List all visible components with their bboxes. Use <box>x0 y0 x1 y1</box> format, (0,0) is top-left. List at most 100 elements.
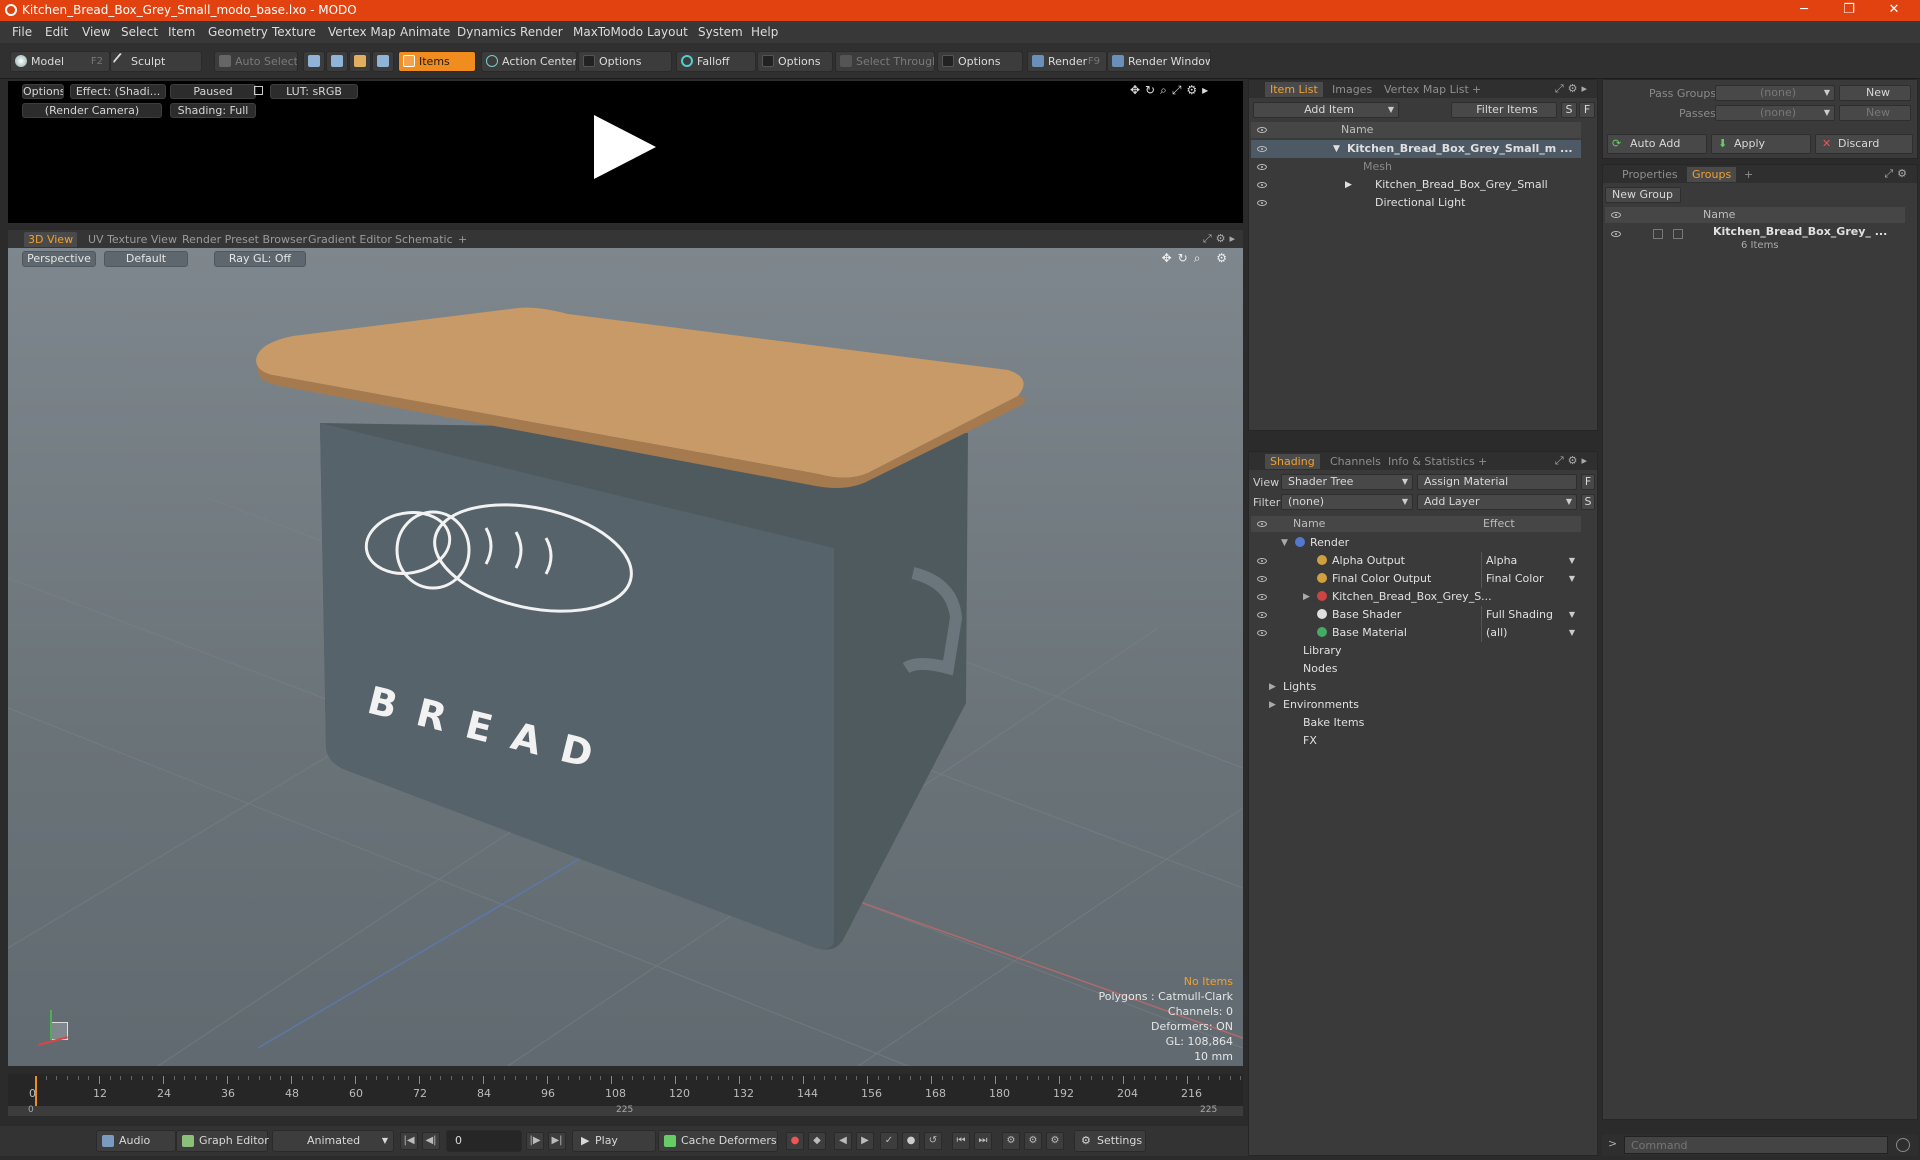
tab-uv-texture-view[interactable]: UV Texture View <box>84 232 181 247</box>
select-vertices-button[interactable] <box>303 51 325 72</box>
panel-icons[interactable]: ⤢⚙▸ <box>1555 454 1591 468</box>
preview-effect-dropdown[interactable]: Effect: (Shadi... <box>70 84 166 99</box>
lock-checkbox[interactable] <box>1653 229 1663 239</box>
eye-icon[interactable] <box>1257 558 1267 564</box>
shader-row[interactable]: FX <box>1251 732 1581 750</box>
expand-arrow-icon[interactable]: ▶ <box>1269 696 1276 714</box>
record-icon[interactable]: ● <box>902 1132 920 1150</box>
viewport-tab-icons[interactable]: ⤢⚙▸ <box>1203 232 1239 246</box>
close-button[interactable]: ✕ <box>1874 0 1914 21</box>
s-button[interactable]: S <box>1581 494 1595 510</box>
graph-editor-button[interactable]: Graph Editor <box>176 1130 269 1152</box>
add-layer-dropdown[interactable]: Add Layer ▼ <box>1417 494 1577 510</box>
group-row-bread-box[interactable]: Kitchen_Bread_Box_Grey_ ... 6 Items <box>1605 225 1905 255</box>
tab-3d-view[interactable]: 3D View <box>24 232 78 247</box>
viewport-nav-icons[interactable]: ✥↻⌕ ⚙ <box>1162 251 1233 266</box>
new-pass-button[interactable]: New <box>1839 105 1911 121</box>
menu-geometry[interactable]: Geometry <box>208 25 268 39</box>
raygl-toggle[interactable]: Ray GL: Off <box>214 251 306 267</box>
shader-row[interactable]: Base Material (all) ▼ <box>1251 624 1581 642</box>
apply-button[interactable]: ⬇ Apply <box>1711 134 1811 154</box>
cache-deformers-button[interactable]: Cache Deformers <box>658 1130 778 1152</box>
maximize-button[interactable]: ❐ <box>1829 0 1869 21</box>
tab-render-preset-browser[interactable]: Render Preset Browser <box>178 232 311 247</box>
view-dropdown[interactable]: Shader Tree ▼ <box>1281 474 1413 490</box>
tab-schematic[interactable]: Schematic <box>391 232 457 247</box>
falloff-button[interactable]: Falloff <box>676 51 756 72</box>
record-key-icon[interactable]: ● <box>786 1132 804 1150</box>
discard-button[interactable]: ✕ Discard <box>1815 134 1913 154</box>
shader-row[interactable]: Bake Items <box>1251 714 1581 732</box>
tab-properties[interactable]: Properties <box>1617 167 1683 182</box>
eye-icon[interactable] <box>1257 182 1267 188</box>
add-tab-button[interactable]: + <box>1467 82 1486 97</box>
render-preview[interactable]: Options Effect: (Shadi... Paused LUT: sR… <box>8 81 1243 223</box>
shader-row[interactable]: ▶ Environments <box>1251 696 1581 714</box>
expand-arrow-icon[interactable]: ▶ <box>1269 678 1276 696</box>
shader-row[interactable]: ▶ Kitchen_Bread_Box_Grey_S... <box>1251 588 1581 606</box>
s-button[interactable]: S <box>1561 102 1577 118</box>
select-materials-button[interactable] <box>372 51 394 72</box>
tab-vertex-map-list[interactable]: Vertex Map List <box>1379 82 1474 97</box>
action-center-options-button[interactable]: Options <box>578 51 672 72</box>
command-history-icon[interactable] <box>1896 1138 1910 1152</box>
shader-row-effect[interactable]: Alpha ▼ <box>1481 552 1579 570</box>
shader-row[interactable]: ▶ Lights <box>1251 678 1581 696</box>
menu-layout[interactable]: Layout <box>647 25 688 39</box>
preview-lut-dropdown[interactable]: LUT: sRGB <box>270 84 358 99</box>
next-key-button[interactable]: |▶ <box>526 1132 544 1150</box>
frame-field[interactable]: 0 <box>446 1130 522 1152</box>
prev-key-icon[interactable]: ◀ <box>834 1132 852 1150</box>
eye-icon[interactable] <box>1611 231 1621 237</box>
eye-icon[interactable] <box>1257 594 1267 600</box>
panel-icons[interactable]: ⤢⚙▸ <box>1555 82 1591 96</box>
settings-button[interactable]: ⚙ Settings <box>1074 1130 1146 1152</box>
items-mode-button[interactable]: Items <box>398 51 476 72</box>
item-row-mesh[interactable]: Mesh <box>1251 158 1581 176</box>
play-icon[interactable] <box>594 115 656 179</box>
model-mode-button[interactable]: Model F2 <box>10 51 110 72</box>
next-key-icon[interactable]: ▶ <box>856 1132 874 1150</box>
shader-row[interactable]: Base Shader Full Shading ▼ <box>1251 606 1581 624</box>
menu-item[interactable]: Item <box>168 25 195 39</box>
tab-groups[interactable]: Groups <box>1687 167 1737 182</box>
new-group-button[interactable]: New Group <box>1605 187 1681 203</box>
shader-row[interactable]: Alpha Output Alpha ▼ <box>1251 552 1581 570</box>
shader-row[interactable]: Library <box>1251 642 1581 660</box>
item-row-scene[interactable]: ▼ Kitchen_Bread_Box_Grey_Small_m ... <box>1251 140 1581 158</box>
menu-vertex-map[interactable]: Vertex Map <box>328 25 396 39</box>
animated-dropdown[interactable]: Animated ▼ <box>272 1130 394 1152</box>
key-icon[interactable]: ◆ <box>808 1132 826 1150</box>
menu-file[interactable]: File <box>12 25 32 39</box>
f-button[interactable]: F <box>1579 102 1595 118</box>
lock-icon[interactable] <box>254 86 263 95</box>
tab-images[interactable]: Images <box>1327 82 1377 97</box>
auto-add-button[interactable]: ⟳ Auto Add <box>1607 134 1707 154</box>
timeline-range-bar[interactable]: 0 225 225 <box>8 1105 1243 1116</box>
play-button[interactable]: ▶ Play <box>572 1130 656 1152</box>
expand-arrow-icon[interactable]: ▼ <box>1281 534 1288 552</box>
preview-nav-icons[interactable]: ✥↻⌕⤢⚙▸ <box>1130 83 1213 98</box>
menu-maxtomodo[interactable]: MaxToModo <box>573 25 643 39</box>
select-checkbox[interactable] <box>1673 229 1683 239</box>
tool-icon-2[interactable]: ⚙ <box>1024 1132 1042 1150</box>
add-tab-button[interactable]: + <box>1739 167 1758 182</box>
tab-item-list[interactable]: Item List <box>1265 82 1323 97</box>
preview-shading-dropdown[interactable]: Shading: Full <box>170 103 256 118</box>
command-input[interactable] <box>1624 1136 1888 1154</box>
add-item-dropdown[interactable]: Add Item ▼ <box>1253 102 1399 118</box>
menu-view[interactable]: View <box>82 25 110 39</box>
menu-select[interactable]: Select <box>121 25 158 39</box>
timeline-playhead[interactable] <box>35 1076 37 1106</box>
falloff-options-button[interactable]: Options <box>757 51 833 72</box>
default-style-dropdown[interactable]: Default <box>104 251 188 267</box>
eye-icon[interactable] <box>1257 164 1267 170</box>
render-button[interactable]: Render F9 <box>1027 51 1107 72</box>
first-frame-button[interactable]: |◀ <box>400 1132 418 1150</box>
eye-icon[interactable] <box>1257 576 1267 582</box>
menu-help[interactable]: Help <box>751 25 778 39</box>
item-row-bread-box[interactable]: ▶ Kitchen_Bread_Box_Grey_Small <box>1251 176 1581 194</box>
item-row-directional-light[interactable]: Directional Light <box>1251 194 1581 212</box>
pass-groups-dropdown[interactable]: (none) ▼ <box>1715 85 1835 101</box>
shader-row[interactable]: Final Color Output Final Color ▼ <box>1251 570 1581 588</box>
